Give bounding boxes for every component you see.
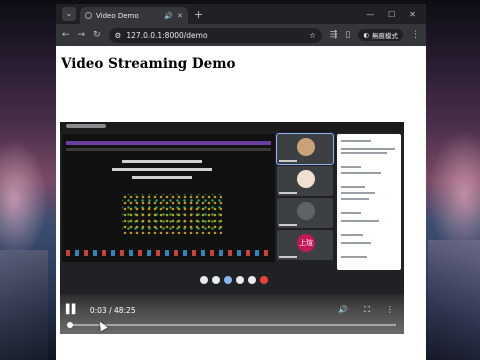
more-vert-icon[interactable]: ⋮ <box>386 305 394 315</box>
star-icon[interactable]: ☆ <box>309 31 316 40</box>
tab-strip: ⌄ Video Demo 🔊 ✕ + — ☐ ✕ <box>56 4 426 24</box>
address-bar[interactable]: ⚙ 127.0.0.1:8000/demo ☆ <box>108 27 322 43</box>
browser-window: ⌄ Video Demo 🔊 ✕ + — ☐ ✕ ← → ↻ ⚙ 127.0.0… <box>56 4 426 360</box>
split-icon[interactable]: ▯ <box>345 30 350 40</box>
page-title: Video Streaming Demo <box>61 56 236 72</box>
meeting-controls <box>60 268 275 290</box>
browser-toolbar: ← → ↻ ⚙ 127.0.0.1:8000/demo ☆ ⇶ ▯ ◐ 無痕模式… <box>56 24 426 46</box>
tab-video-demo[interactable]: Video Demo 🔊 ✕ <box>80 7 188 24</box>
forward-arrow-icon[interactable]: → <box>78 30 86 40</box>
close-icon[interactable]: ✕ <box>177 12 183 20</box>
meeting-title-bar <box>60 122 404 132</box>
toolbar-right: ⇶ ▯ ◐ 無痕模式 ⋮ <box>330 29 420 41</box>
incognito-badge[interactable]: ◐ 無痕模式 <box>358 29 403 41</box>
time-display: 0:03 / 48:25 <box>89 305 136 315</box>
seek-handle[interactable] <box>67 322 73 328</box>
wallpaper-left <box>0 140 48 260</box>
video-controls: ▌▌ 0:03 / 48:25 🔊 ⛶ ⋮ <box>60 294 404 334</box>
video-player[interactable]: 上瑄 ▌▌ 0:03 / 48:25 🔊 ⛶ ⋮ <box>60 122 404 334</box>
participant-tile[interactable] <box>277 166 333 196</box>
tab-title: Video Demo <box>96 11 139 20</box>
participant-tile[interactable] <box>277 198 333 228</box>
wallpaper-mountain-right <box>428 240 480 360</box>
controls-row: ▌▌ 0:03 / 48:25 🔊 ⛶ ⋮ <box>60 302 404 318</box>
reload-icon[interactable]: ↻ <box>93 30 101 40</box>
chevron-down-icon[interactable]: ⌄ <box>62 7 76 21</box>
globe-icon <box>85 12 92 19</box>
maximize-icon[interactable]: ☐ <box>388 10 395 19</box>
incognito-label: 無痕模式 <box>372 32 398 40</box>
cast-icon[interactable]: ⇶ <box>330 30 338 40</box>
more-vert-icon[interactable]: ⋮ <box>411 30 420 40</box>
pause-icon[interactable]: ▌▌ <box>66 305 79 315</box>
participant-tiles: 上瑄 <box>276 133 335 262</box>
minimize-icon[interactable]: — <box>366 10 374 19</box>
wallpaper-mountain-left <box>0 250 48 360</box>
page-content: Video Streaming Demo 上瑄 ▌▌ 0:03 / 48:25 … <box>56 46 426 360</box>
participant-tile[interactable] <box>276 133 334 165</box>
speaker-icon[interactable]: 🔊 <box>164 12 173 20</box>
avatar: 上瑄 <box>297 234 315 252</box>
fullscreen-icon[interactable]: ⛶ <box>364 305 370 315</box>
site-info-icon[interactable]: ⚙ <box>115 31 122 40</box>
window-controls: — ☐ ✕ <box>366 10 426 24</box>
video-frame[interactable]: 上瑄 <box>60 122 404 294</box>
controls-right: 🔊 ⛶ ⋮ <box>338 305 404 315</box>
participant-tile[interactable]: 上瑄 <box>277 230 333 260</box>
volume-icon[interactable]: 🔊 <box>338 305 348 315</box>
back-arrow-icon[interactable]: ← <box>62 30 70 40</box>
chat-panel <box>337 134 401 270</box>
url-text: 127.0.0.1:8000/demo <box>126 30 208 40</box>
incognito-icon: ◐ <box>363 31 369 39</box>
new-tab-button[interactable]: + <box>194 8 203 21</box>
shared-screen <box>62 134 275 262</box>
close-window-icon[interactable]: ✕ <box>409 10 416 19</box>
seek-bar[interactable] <box>67 322 396 328</box>
